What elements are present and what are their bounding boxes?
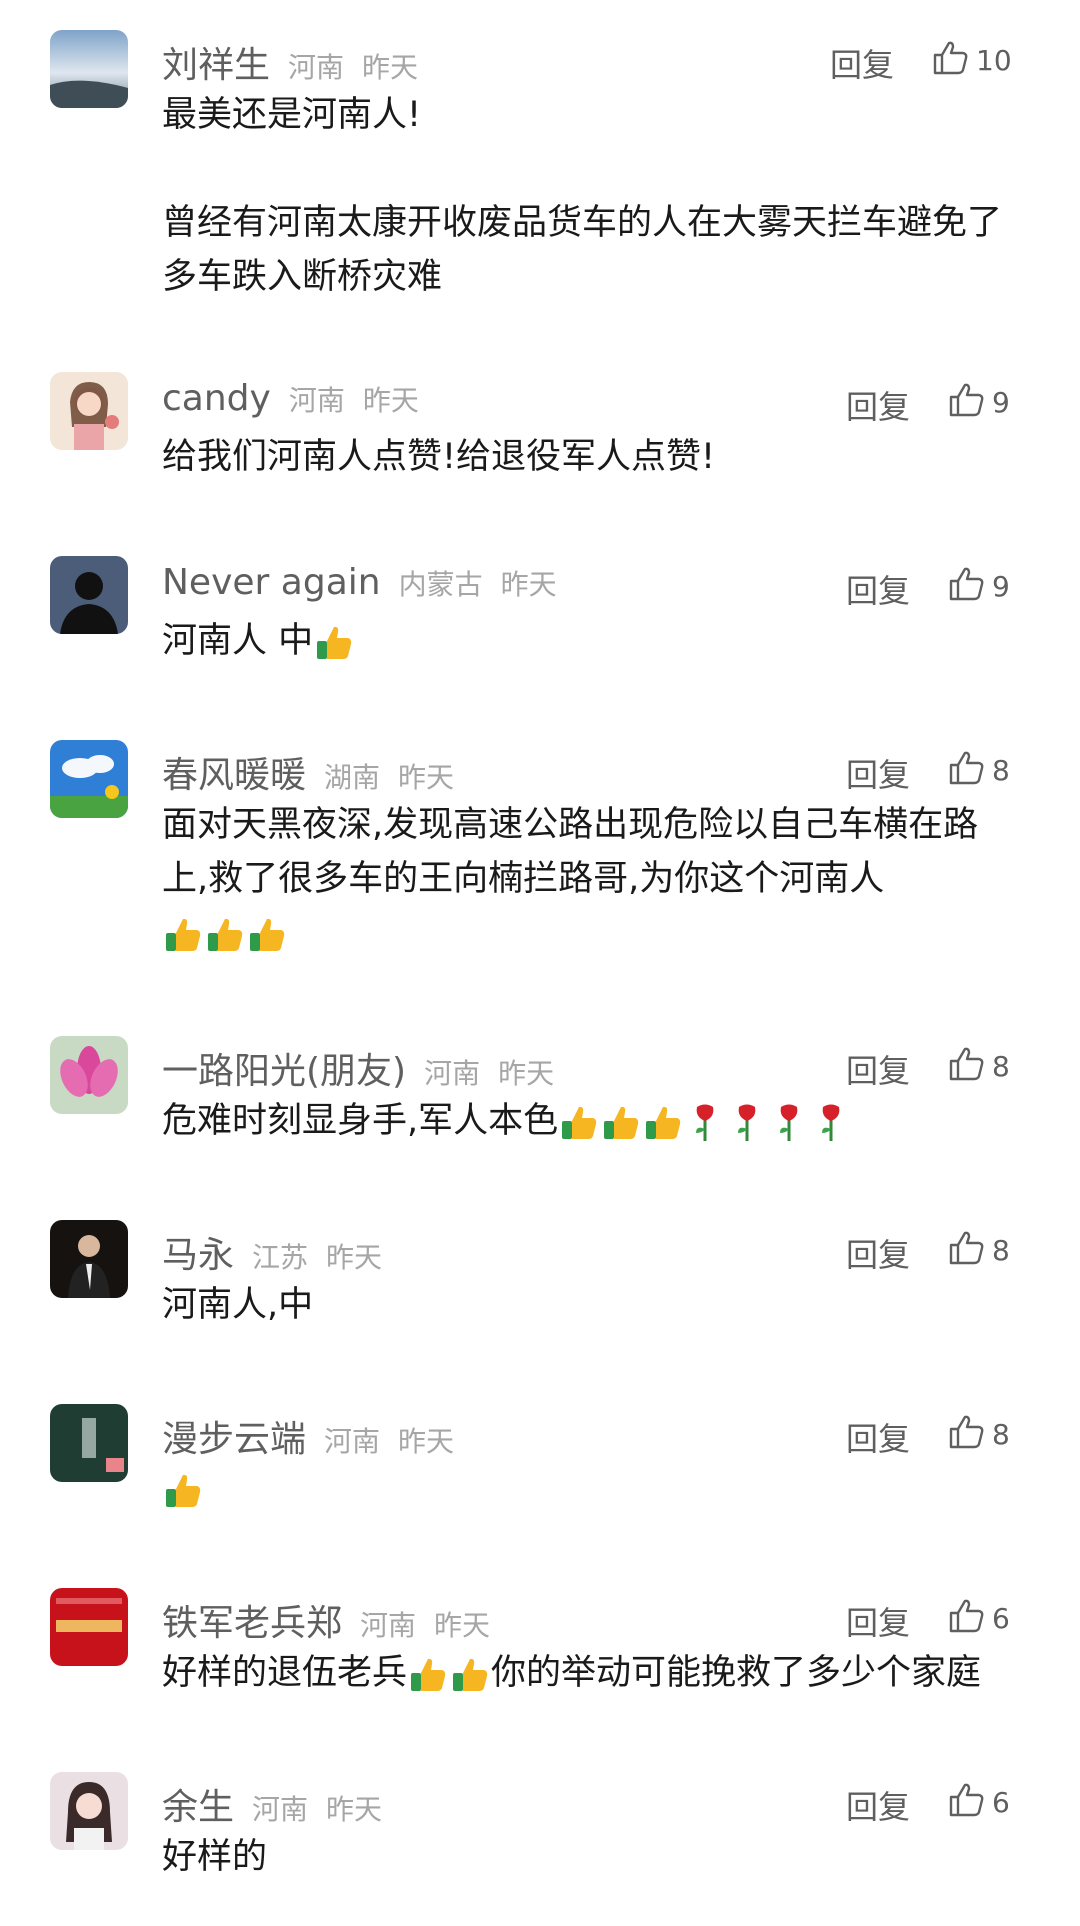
timestamp: 昨天: [326, 1241, 383, 1274]
timestamp: 昨天: [498, 1057, 555, 1090]
thumbs-up-emoji-icon: [313, 621, 355, 663]
rose-emoji-icon: [810, 1101, 852, 1143]
timestamp: 昨天: [434, 1609, 491, 1642]
thumbs-up-icon: [946, 380, 986, 424]
like-button[interactable]: 8: [946, 1228, 1010, 1272]
thumbs-up-emoji-icon: [558, 1101, 600, 1143]
reply-button[interactable]: 回复: [846, 750, 910, 796]
like-button[interactable]: 8: [946, 1044, 1010, 1088]
avatar[interactable]: [50, 556, 128, 634]
reply-button[interactable]: 回复: [846, 382, 910, 428]
like-count: 9: [992, 385, 1010, 419]
avatar[interactable]: [50, 1220, 128, 1298]
location: 河南: [288, 51, 345, 84]
avatar[interactable]: [50, 372, 128, 450]
thumbs-up-icon: [946, 1228, 986, 1272]
comment-text: 危难时刻显身手,军人本色: [162, 1094, 1022, 1148]
reply-button[interactable]: 回复: [846, 1414, 910, 1460]
like-button[interactable]: 8: [946, 1412, 1010, 1456]
thumbs-up-icon: [946, 1044, 986, 1088]
like-count: 6: [992, 1601, 1010, 1635]
username[interactable]: 铁军老兵郑: [162, 1594, 342, 1646]
avatar[interactable]: [50, 30, 128, 108]
reply-button[interactable]: 回复: [846, 566, 910, 612]
username[interactable]: 漫步云端: [162, 1410, 306, 1462]
like-count: 8: [992, 753, 1010, 787]
timestamp: 昨天: [362, 51, 419, 84]
rose-emoji-icon: [684, 1101, 726, 1143]
thumbs-up-icon: [946, 1780, 986, 1824]
comment-text: 面对天黑夜深,发现高速公路出现危险以自己车横在路上,救了很多车的王向楠拦路哥,为…: [162, 798, 1022, 960]
like-count: 8: [992, 1417, 1010, 1451]
location: 湖南: [324, 761, 381, 794]
thumbs-up-emoji-icon: [246, 913, 288, 955]
rose-emoji-icon: [768, 1101, 810, 1143]
comment-text: 河南人,中: [162, 1285, 314, 1325]
comment-text: 给我们河南人点赞!给退役军人点赞!: [162, 437, 716, 477]
avatar[interactable]: [50, 1404, 128, 1482]
location: 河南: [360, 1609, 417, 1642]
like-count: 9: [992, 569, 1010, 603]
thumbs-up-emoji-icon: [642, 1101, 684, 1143]
rose-emoji-icon: [726, 1101, 768, 1143]
avatar[interactable]: [50, 1772, 128, 1850]
reply-button[interactable]: 回复: [846, 1782, 910, 1828]
avatar[interactable]: [50, 1588, 128, 1666]
like-count: 8: [992, 1049, 1010, 1083]
thumbs-up-emoji-icon: [449, 1653, 491, 1695]
location: 河南: [288, 384, 345, 417]
reply-button[interactable]: 回复: [830, 40, 894, 86]
like-button[interactable]: 6: [946, 1780, 1010, 1824]
thumbs-up-emoji-icon: [600, 1101, 642, 1143]
timestamp: 昨天: [398, 1425, 455, 1458]
like-count: 6: [992, 1785, 1010, 1819]
timestamp: 昨天: [362, 384, 419, 417]
like-button[interactable]: 10: [930, 38, 1012, 82]
comment-text: 河南人 中: [162, 614, 1022, 668]
like-count: 8: [992, 1233, 1010, 1267]
reply-button[interactable]: 回复: [846, 1230, 910, 1276]
location: 内蒙古: [398, 568, 483, 601]
username[interactable]: 马永: [162, 1226, 234, 1278]
username[interactable]: Never again: [162, 562, 381, 603]
thumbs-up-emoji-icon: [162, 913, 204, 955]
username[interactable]: 刘祥生: [162, 36, 270, 88]
username[interactable]: 春风暖暖: [162, 746, 306, 798]
username[interactable]: 一路阳光(朋友): [162, 1042, 406, 1094]
thumbs-up-icon: [946, 564, 986, 608]
timestamp: 昨天: [500, 568, 557, 601]
like-button[interactable]: 8: [946, 748, 1010, 792]
location: 江苏: [252, 1241, 309, 1274]
like-button[interactable]: 6: [946, 1596, 1010, 1640]
comment-text: 最美还是河南人! 曾经有河南太康开收废品货车的人在大雾天拦车避免了多车跌入断桥灾…: [162, 95, 1003, 297]
location: 河南: [324, 1425, 381, 1458]
username[interactable]: 余生: [162, 1778, 234, 1830]
like-count: 10: [976, 43, 1012, 77]
avatar[interactable]: [50, 1036, 128, 1114]
comment-text: [162, 1462, 1022, 1516]
thumbs-up-icon: [946, 1412, 986, 1456]
avatar[interactable]: [50, 740, 128, 818]
thumbs-up-icon: [946, 748, 986, 792]
location: 河南: [252, 1793, 309, 1826]
timestamp: 昨天: [326, 1793, 383, 1826]
like-button[interactable]: 9: [946, 380, 1010, 424]
comment-text: 好样的退伍老兵 你的举动可能挽救了多少个家庭: [162, 1653, 982, 1695]
comment-text: 好样的: [162, 1837, 268, 1877]
thumbs-up-icon: [946, 1596, 986, 1640]
reply-button[interactable]: 回复: [846, 1046, 910, 1092]
location: 河南: [424, 1057, 481, 1090]
username[interactable]: candy: [162, 378, 271, 419]
thumbs-up-emoji-icon: [407, 1653, 449, 1695]
thumbs-up-emoji-icon: [204, 913, 246, 955]
thumbs-up-emoji-icon: [162, 1469, 204, 1511]
reply-button[interactable]: 回复: [846, 1598, 910, 1644]
like-button[interactable]: 9: [946, 564, 1010, 608]
thumbs-up-icon: [930, 38, 970, 82]
timestamp: 昨天: [398, 761, 455, 794]
